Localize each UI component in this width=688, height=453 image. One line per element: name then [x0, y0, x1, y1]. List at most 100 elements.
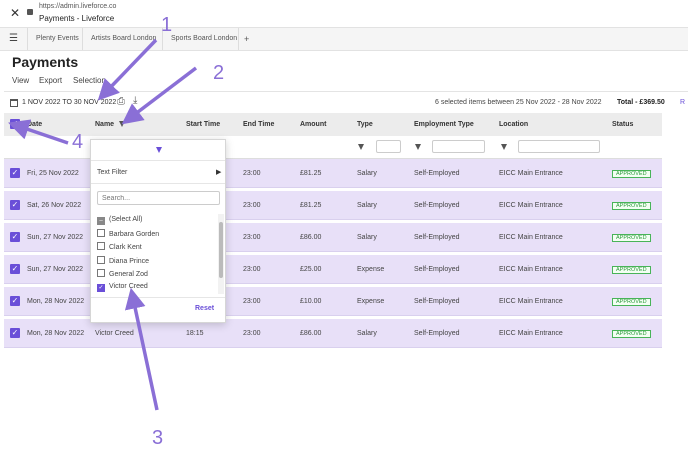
option-diana-prince[interactable]: Diana Prince [97, 256, 149, 265]
col-employment-type[interactable]: Employment Type [414, 121, 474, 128]
print-icon[interactable]: ⎙ [117, 96, 125, 107]
row-checkbox[interactable]: ✓ [10, 264, 20, 274]
cell-employment-type: Self-Employed [414, 266, 460, 273]
annotation-label-1: 1 [161, 14, 173, 36]
type-filter-icon[interactable] [358, 144, 364, 150]
tab-sports-board-london[interactable]: Sports Board London [163, 28, 239, 50]
selection-summary: 6 selected items between 25 Nov 2022 - 2… [435, 99, 602, 106]
col-amount[interactable]: Amount [300, 121, 326, 128]
option-checkbox[interactable] [97, 269, 105, 277]
cell-type: Salary [357, 234, 377, 241]
option-checkbox[interactable] [97, 229, 105, 237]
row-checkbox[interactable]: ✓ [10, 168, 20, 178]
cell-end: 23:00 [243, 266, 261, 273]
col-start-time[interactable]: Start Time [186, 121, 220, 128]
partial-checkbox[interactable]: – [97, 217, 105, 225]
option-checkbox[interactable] [97, 256, 105, 264]
option-victor-creed[interactable]: ✓ Victor Creed [97, 283, 148, 292]
tab-artists-board-london[interactable]: Artists Board London [83, 28, 163, 50]
cell-employment-type: Self-Employed [414, 202, 460, 209]
annotation-label-3: 3 [152, 427, 164, 449]
tab-plenty-events[interactable]: Plenty Events [28, 28, 83, 50]
type-filter-input[interactable] [376, 140, 401, 153]
menu-view[interactable]: View [12, 76, 29, 85]
employment-filter-input[interactable] [432, 140, 485, 153]
tab-bar: ☰ Plenty Events Artists Board London Spo… [0, 27, 688, 51]
location-filter-icon[interactable] [501, 144, 507, 150]
row-checkbox[interactable]: ✓ [10, 200, 20, 210]
option-clark-kent[interactable]: Clark Kent [97, 242, 142, 251]
cell-type: Salary [357, 330, 377, 337]
reset-button[interactable]: Reset [195, 305, 214, 312]
cell-employment-type: Self-Employed [414, 170, 460, 177]
employment-filter-icon[interactable] [415, 144, 421, 150]
cell-name: Victor Creed [95, 330, 134, 337]
col-location[interactable]: Location [499, 121, 528, 128]
cell-location: EICC Main Entrance [499, 330, 563, 337]
filter-search-input[interactable] [97, 191, 220, 205]
cell-location: EICC Main Entrance [499, 266, 563, 273]
option-general-zod[interactable]: General Zod [97, 269, 148, 278]
row-checkbox[interactable]: ✓ [10, 232, 20, 242]
cell-employment-type: Self-Employed [414, 298, 460, 305]
new-tab-button[interactable]: + [239, 28, 257, 50]
option-label: General Zod [109, 271, 148, 278]
option-select-all[interactable]: – (Select All) [97, 216, 142, 225]
list-scrollbar[interactable] [218, 214, 224, 294]
total-amount: Total - £369.50 [617, 99, 665, 106]
status-badge: APPROVED [612, 330, 651, 338]
text-filter-menu[interactable]: Text Filter [97, 169, 127, 176]
option-barbara-gorden[interactable]: Barbara Gorden [97, 229, 159, 238]
download-icon[interactable]: ⤓ [133, 95, 137, 106]
col-name[interactable]: Name [95, 121, 114, 128]
cell-type: Salary [357, 202, 377, 209]
annotation-arrow-2 [121, 66, 198, 125]
grid-header: ✓ Date Name Start Time End Time Amount T… [4, 113, 662, 136]
menu-selection[interactable]: Selection [73, 76, 106, 85]
row-checkbox[interactable]: ✓ [10, 296, 20, 306]
status-badge: APPROVED [612, 170, 651, 178]
popup-divider [91, 183, 225, 184]
submenu-arrow-icon: ▶ [216, 169, 222, 176]
filter-tab-icon[interactable] [156, 147, 162, 153]
cell-date: Sun, 27 Nov 2022 [27, 266, 84, 273]
date-range[interactable]: 1 NOV 2022 TO 30 NOV 2022 [22, 99, 116, 106]
lock-icon [27, 9, 33, 15]
status-badge: APPROVED [612, 202, 651, 210]
cell-end: 23:00 [243, 202, 261, 209]
cell-end: 23:00 [243, 330, 261, 337]
status-badge: APPROVED [612, 298, 651, 306]
col-status[interactable]: Status [612, 121, 633, 128]
checked-checkbox[interactable]: ✓ [97, 284, 105, 292]
menu-export[interactable]: Export [39, 76, 62, 85]
name-filter-icon[interactable] [119, 121, 125, 127]
cell-end: 23:00 [243, 298, 261, 305]
annotation-label-2: 2 [213, 62, 225, 84]
cell-date: Sun, 27 Nov 2022 [27, 234, 84, 241]
cell-date: Fri, 25 Nov 2022 [27, 170, 79, 177]
popup-divider [91, 297, 225, 298]
cell-type: Expense [357, 266, 385, 273]
col-type[interactable]: Type [357, 121, 373, 128]
cell-location: EICC Main Entrance [499, 298, 563, 305]
cell-end: 23:00 [243, 170, 261, 177]
location-filter-input[interactable] [518, 140, 600, 153]
close-icon[interactable]: ✕ [10, 6, 20, 20]
browser-page-title: Payments - Liveforce [39, 14, 115, 23]
annotation-label-4: 4 [72, 131, 84, 153]
url-text[interactable]: https://admin.liveforce.co [39, 3, 116, 10]
option-label: Victor Creed [109, 283, 148, 290]
scrollbar-thumb[interactable] [219, 222, 223, 278]
select-all-checkbox[interactable]: ✓ [10, 119, 20, 129]
row-checkbox[interactable]: ✓ [10, 328, 20, 338]
cell-employment-type: Self-Employed [414, 234, 460, 241]
option-checkbox[interactable] [97, 242, 105, 250]
col-date[interactable]: Date [27, 121, 42, 128]
table-row[interactable]: ✓ Mon, 28 Nov 2022 Victor Creed 18:15 23… [4, 319, 662, 348]
cell-date: Sat, 26 Nov 2022 [27, 202, 82, 209]
cell-date: Mon, 28 Nov 2022 [27, 330, 85, 337]
col-end-time[interactable]: End Time [243, 121, 274, 128]
menu-icon[interactable]: ☰ [0, 28, 28, 50]
option-label: Clark Kent [109, 244, 142, 251]
cell-amount: £86.00 [300, 330, 322, 337]
